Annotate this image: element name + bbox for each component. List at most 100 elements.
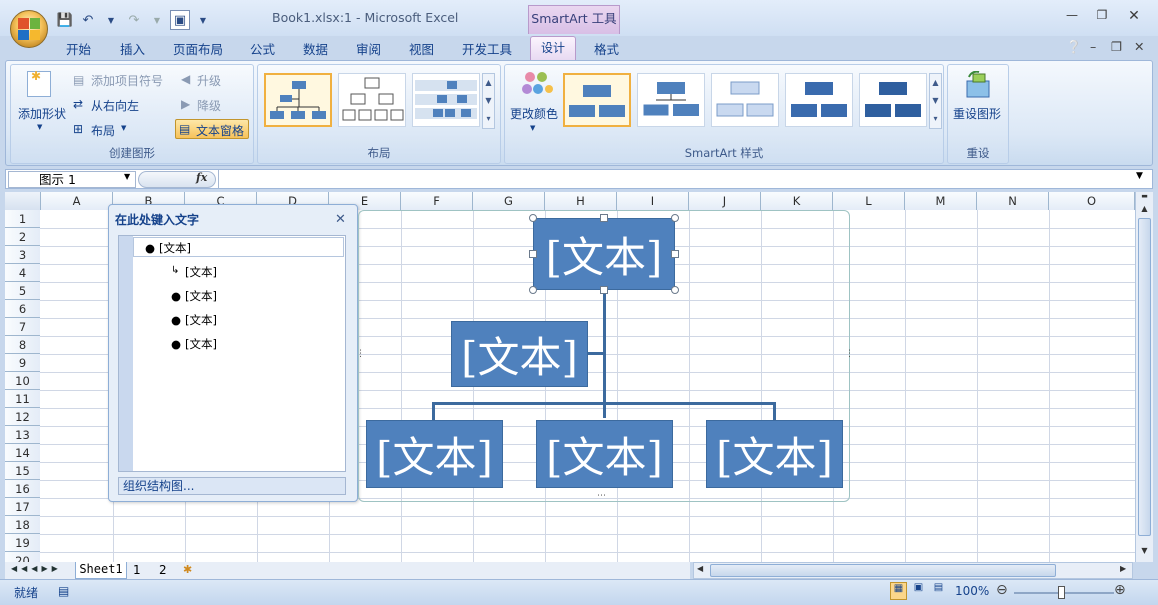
row-header[interactable]: 17: [5, 498, 40, 516]
style-simple-fill[interactable]: [563, 73, 631, 127]
ribbon-close-icon[interactable]: ✕: [1134, 39, 1144, 54]
custom-qat-icon[interactable]: ▣: [170, 10, 190, 30]
add-shape-button[interactable]: 添加形状: [18, 105, 66, 122]
horizontal-scrollbar[interactable]: ◀ ▶: [693, 562, 1133, 579]
normal-view-icon[interactable]: ▦: [890, 582, 907, 600]
add-shape-dropdown-icon[interactable]: ▼: [37, 123, 42, 131]
sheet-tab-1[interactable]: 1: [133, 563, 141, 577]
insert-function-icon[interactable]: fx: [196, 171, 207, 184]
scroll-right-icon[interactable]: ▶: [1120, 564, 1126, 573]
column-header[interactable]: H: [545, 192, 617, 210]
org-chart-child-node[interactable]: [文本]: [366, 420, 503, 488]
scroll-left-icon[interactable]: ◀: [697, 564, 703, 573]
text-pane-item[interactable]: [文本]: [185, 312, 217, 328]
frame-resize-handle-right[interactable]: ⋮: [845, 349, 854, 359]
tab-format[interactable]: 格式: [594, 39, 619, 58]
selection-handle[interactable]: [671, 250, 679, 258]
row-header[interactable]: 19: [5, 534, 40, 552]
style-moderate[interactable]: [785, 73, 853, 127]
macro-record-icon[interactable]: ▤: [58, 584, 69, 598]
zoom-in-icon[interactable]: ⊕: [1114, 582, 1126, 598]
undo-dropdown-icon[interactable]: ▼: [101, 10, 121, 30]
text-pane-item[interactable]: [文本]: [185, 264, 217, 280]
undo-icon[interactable]: ↶: [78, 10, 98, 30]
column-header[interactable]: N: [977, 192, 1049, 210]
row-header[interactable]: 14: [5, 444, 40, 462]
tab-data[interactable]: 数据: [303, 39, 328, 58]
demote-button[interactable]: 降级: [197, 97, 221, 114]
column-header[interactable]: J: [689, 192, 761, 210]
row-header[interactable]: 9: [5, 354, 40, 372]
scroll-down-icon[interactable]: ▼: [1137, 546, 1152, 555]
tab-formulas[interactable]: 公式: [250, 39, 275, 58]
text-pane-item[interactable]: [文本]: [159, 240, 191, 256]
layout-org-chart[interactable]: [264, 73, 332, 127]
column-header[interactable]: M: [905, 192, 977, 210]
row-header[interactable]: 6: [5, 300, 40, 318]
text-pane-button[interactable]: 文本窗格: [196, 122, 244, 139]
row-header[interactable]: 15: [5, 462, 40, 480]
customize-qat-icon[interactable]: ▼: [193, 10, 213, 30]
column-header[interactable]: F: [401, 192, 473, 210]
select-all-corner[interactable]: [5, 192, 41, 210]
add-bullet-button[interactable]: 添加项目符号: [91, 72, 163, 89]
tab-home[interactable]: 开始: [66, 39, 91, 58]
tab-design[interactable]: 设计: [530, 36, 576, 60]
column-header[interactable]: L: [833, 192, 905, 210]
maximize-button[interactable]: ❐: [1088, 8, 1116, 26]
text-pane-editor[interactable]: ● [文本] ↳ [文本] ● [文本] ● [文本] ● [文本]: [118, 235, 346, 472]
row-header[interactable]: 8: [5, 336, 40, 354]
selection-handle[interactable]: [671, 286, 679, 294]
name-box-dropdown-icon[interactable]: ▼: [124, 172, 130, 181]
row-header[interactable]: 13: [5, 426, 40, 444]
text-pane-item[interactable]: [文本]: [185, 336, 217, 352]
sheet-tab-sheet1[interactable]: Sheet1: [75, 562, 127, 579]
layout-button[interactable]: 布局: [91, 122, 115, 139]
selection-handle[interactable]: [671, 214, 679, 222]
expand-formula-icon[interactable]: ▼: [1136, 171, 1143, 181]
page-layout-view-icon[interactable]: ▣: [910, 582, 927, 600]
row-header[interactable]: 12: [5, 408, 40, 426]
org-chart-link[interactable]: 组织结构图...: [118, 477, 346, 495]
row-header[interactable]: 16: [5, 480, 40, 498]
vertical-scroll-thumb[interactable]: [1138, 218, 1151, 536]
change-colors-button[interactable]: 更改颜色: [510, 105, 558, 122]
row-header[interactable]: 10: [5, 372, 40, 390]
selection-handle[interactable]: [529, 214, 537, 222]
horizontal-scroll-thumb[interactable]: [710, 564, 1056, 577]
column-header[interactable]: O: [1049, 192, 1135, 210]
layout-labeled-hierarchy[interactable]: [412, 73, 480, 127]
minimize-button[interactable]: —: [1058, 8, 1086, 26]
org-chart-assistant-node[interactable]: [文本]: [451, 321, 588, 387]
tab-insert[interactable]: 插入: [120, 39, 145, 58]
layout-dropdown-icon[interactable]: ▼: [121, 124, 126, 132]
ribbon-restore-icon[interactable]: ❐: [1111, 39, 1122, 54]
tab-view[interactable]: 视图: [409, 39, 434, 58]
row-header[interactable]: 18: [5, 516, 40, 534]
sheet-nav-icon[interactable]: ◀◀◀▶▶: [11, 564, 62, 573]
org-chart-child-node[interactable]: [文本]: [536, 420, 673, 488]
reset-graphic-button[interactable]: 重设图形: [953, 105, 1001, 122]
column-header[interactable]: G: [473, 192, 545, 210]
zoom-level[interactable]: 100%: [955, 584, 989, 598]
help-icon[interactable]: ❔: [1066, 39, 1082, 55]
org-chart-top-node[interactable]: [文本]: [533, 218, 675, 290]
style-intense[interactable]: [859, 73, 927, 127]
text-pane-item[interactable]: [文本]: [185, 288, 217, 304]
text-pane-close-icon[interactable]: ✕: [335, 212, 346, 227]
row-header[interactable]: 3: [5, 246, 40, 264]
page-break-view-icon[interactable]: ▤: [930, 582, 947, 600]
redo-dropdown-icon[interactable]: ▼: [147, 10, 167, 30]
style-white-outline[interactable]: [637, 73, 705, 127]
column-header[interactable]: K: [761, 192, 833, 210]
zoom-out-icon[interactable]: ⊖: [996, 582, 1008, 598]
row-header[interactable]: 7: [5, 318, 40, 336]
row-header[interactable]: 20: [5, 552, 40, 562]
layout-hierarchy[interactable]: [338, 73, 406, 127]
tab-review[interactable]: 审阅: [356, 39, 381, 58]
close-button[interactable]: ✕: [1120, 8, 1148, 26]
sheet-tab-2[interactable]: 2: [159, 563, 167, 577]
name-box[interactable]: 图示 1: [8, 171, 136, 188]
column-header[interactable]: A: [41, 192, 113, 210]
style-subtle[interactable]: [711, 73, 779, 127]
